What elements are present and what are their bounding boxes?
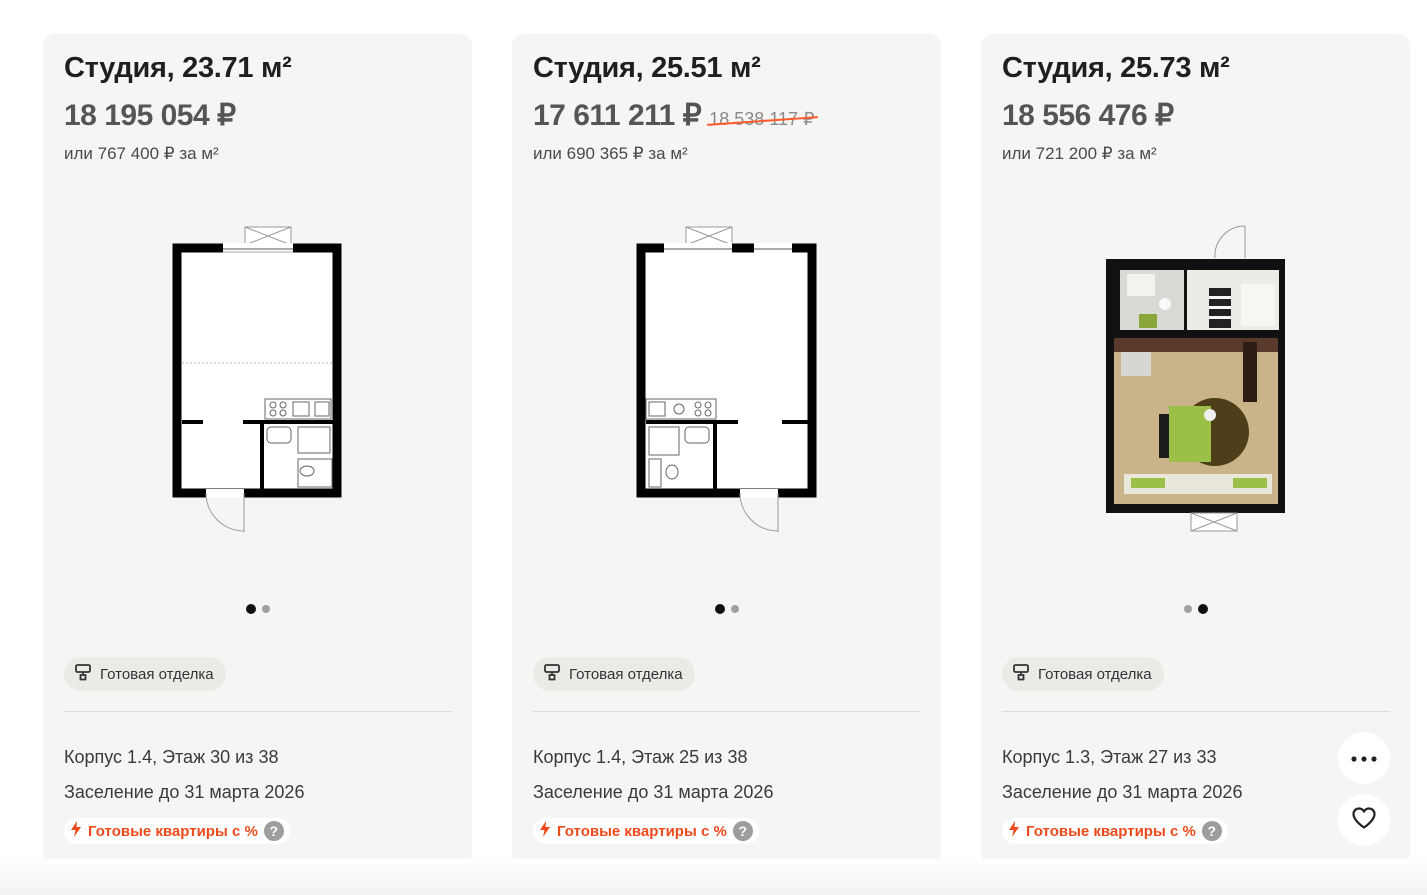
carousel-dot[interactable] [261, 605, 270, 613]
divider [64, 711, 452, 712]
promo-label: Готовые квартиры с % [88, 822, 258, 840]
carousel-dots[interactable] [981, 604, 1410, 614]
finish-label: Готовая отделка [100, 665, 214, 683]
carousel-dot[interactable] [1197, 604, 1208, 614]
carousel-dot[interactable] [714, 604, 725, 614]
question-icon[interactable]: ? [732, 821, 753, 841]
carousel-dot[interactable] [730, 605, 739, 613]
carousel-dot[interactable] [245, 604, 256, 614]
building-floor-info: Корпус 1.4, Этаж 25 из 38 [533, 747, 748, 767]
finish-label: Готовая отделка [1038, 665, 1152, 683]
floor-plan-image[interactable] [512, 34, 941, 594]
promo-badge[interactable]: Готовые квартиры с % ? [1002, 818, 1228, 844]
building-floor-info: Корпус 1.3, Этаж 27 из 33 [1002, 747, 1217, 767]
question-icon[interactable]: ? [263, 821, 284, 841]
favorite-button[interactable] [1338, 794, 1390, 846]
lightning-icon [1008, 820, 1020, 842]
promo-badge[interactable]: Готовые квартиры с % ? [533, 818, 759, 844]
paint-roller-icon [74, 663, 92, 686]
paint-roller-icon [543, 663, 561, 686]
promo-badge[interactable]: Готовые квартиры с % ? [64, 818, 290, 844]
more-options-button[interactable] [1338, 732, 1390, 784]
lightning-icon [70, 820, 82, 842]
settlement-date: Заселение до 31 марта 2026 [1002, 782, 1243, 802]
lightning-icon [539, 820, 551, 842]
carousel-dot[interactable] [1183, 605, 1192, 613]
finish-label: Готовая отделка [569, 665, 683, 683]
finish-badge[interactable]: Готовая отделка [1002, 657, 1164, 691]
finish-badge[interactable]: Готовая отделка [64, 657, 226, 691]
page-bottom-edge [0, 859, 1427, 895]
heart-icon [1351, 806, 1377, 835]
apartment-card[interactable]: Студия, 23.71 м² 18 195 054 ₽ или 767 40… [43, 34, 472, 865]
floor-plan-image[interactable] [43, 34, 472, 594]
floor-plan-3d-image[interactable] [981, 34, 1410, 594]
settlement-date: Заселение до 31 марта 2026 [533, 782, 774, 802]
apartment-card[interactable]: Студия, 25.73 м² 18 556 476 ₽ или 721 20… [981, 34, 1410, 865]
apartment-card[interactable]: Студия, 25.51 м² 17 611 211 ₽ 18 538 117… [512, 34, 941, 865]
promo-label: Готовые квартиры с % [1026, 822, 1196, 840]
divider [533, 711, 921, 712]
settlement-date: Заселение до 31 марта 2026 [64, 782, 305, 802]
question-icon[interactable]: ? [1201, 821, 1222, 841]
carousel-dots[interactable] [43, 604, 472, 614]
more-dots-icon [1351, 749, 1377, 767]
building-floor-info: Корпус 1.4, Этаж 30 из 38 [64, 747, 279, 767]
promo-label: Готовые квартиры с % [557, 822, 727, 840]
divider [1002, 711, 1390, 712]
finish-badge[interactable]: Готовая отделка [533, 657, 695, 691]
paint-roller-icon [1012, 663, 1030, 686]
carousel-dots[interactable] [512, 604, 941, 614]
